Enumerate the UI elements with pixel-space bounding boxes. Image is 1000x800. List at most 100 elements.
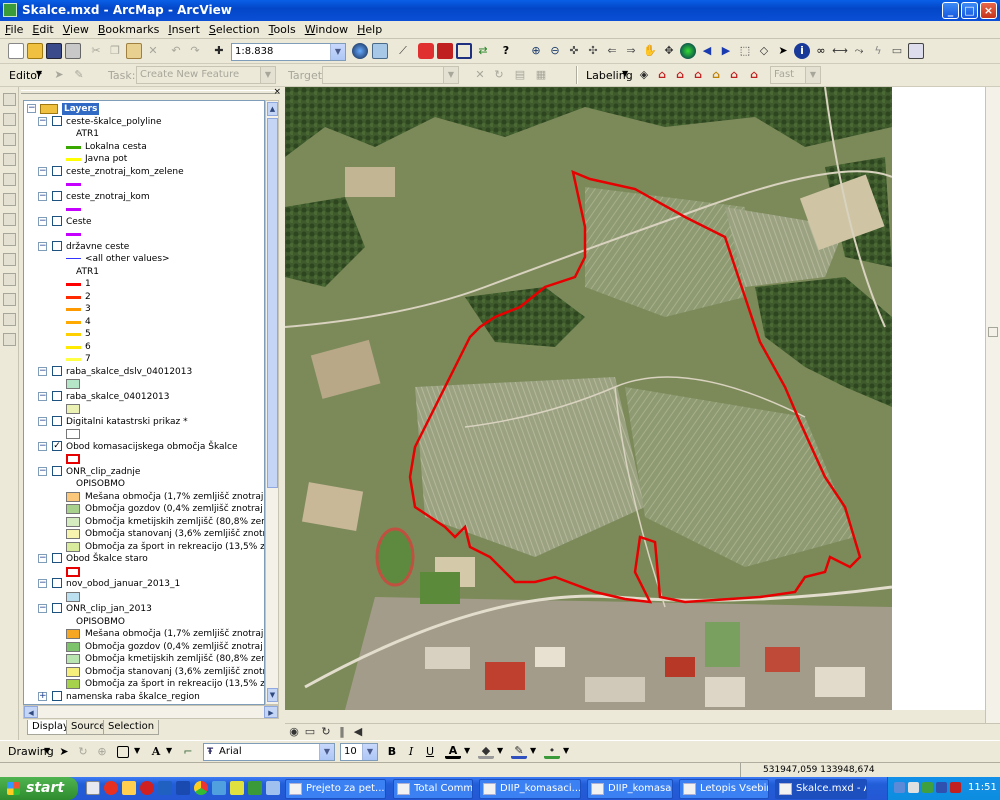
- chevron-down-icon[interactable]: ▼: [44, 746, 50, 755]
- layer-visibility-checkbox[interactable]: [52, 603, 62, 613]
- taskbar-task[interactable]: Letopis Vsebin...: [679, 779, 769, 799]
- chevron-down-icon[interactable]: ▼: [330, 44, 345, 60]
- font-color-icon[interactable]: A: [445, 743, 461, 759]
- scroll-thumb[interactable]: [267, 118, 278, 488]
- italic-button[interactable]: I: [403, 744, 419, 760]
- expand-toggle[interactable]: −: [38, 191, 47, 201]
- map-vertical-scrollbar[interactable]: [985, 87, 1000, 723]
- font-size-select[interactable]: 10 ▼: [340, 743, 378, 761]
- chevron-down-icon[interactable]: ▼: [497, 746, 503, 755]
- clock[interactable]: 11:51: [968, 782, 997, 793]
- find-binoculars-icon[interactable]: ∞: [813, 43, 829, 59]
- layer-row[interactable]: − nov_obod_januar_2013_1: [24, 578, 264, 590]
- layer-row[interactable]: − ONR_clip_jan_2013: [24, 603, 264, 615]
- select-features-icon[interactable]: ⬚: [737, 43, 753, 59]
- arctoolbox-icon[interactable]: [372, 43, 388, 59]
- quicklaunch-icon[interactable]: [122, 781, 136, 795]
- label-weight-icon[interactable]: ⌂: [672, 67, 688, 83]
- tool-icon[interactable]: [3, 213, 16, 226]
- chevron-down-icon[interactable]: ▼: [166, 746, 172, 755]
- font-select[interactable]: Ŧ Arial ▼: [203, 743, 335, 761]
- copy-icon[interactable]: ❐: [107, 43, 123, 59]
- scroll-right-icon[interactable]: ▶: [264, 706, 278, 718]
- layer-visibility-checkbox[interactable]: [52, 240, 62, 251]
- layer-visibility-checkbox[interactable]: [52, 465, 62, 476]
- print-icon[interactable]: [65, 43, 81, 59]
- rotate-tool-icon[interactable]: ↻: [491, 67, 507, 83]
- layer-visibility-checkbox[interactable]: ✓: [52, 440, 62, 451]
- quicklaunch-icon[interactable]: [212, 781, 226, 795]
- scroll-left-icon[interactable]: ◀: [351, 724, 365, 738]
- modelbuilder-icon[interactable]: ⇄: [475, 43, 491, 59]
- layer-visibility-checkbox[interactable]: [52, 165, 62, 176]
- tool-icon[interactable]: [3, 293, 16, 306]
- html-popup-icon[interactable]: ▭: [889, 43, 905, 59]
- quicklaunch-icon[interactable]: [266, 781, 280, 795]
- next-extent-icon[interactable]: ▶: [718, 43, 734, 59]
- chevron-down-icon[interactable]: ▼: [563, 746, 569, 755]
- tool-icon[interactable]: [3, 233, 16, 246]
- layer-row[interactable]: − ceste-škalce_polyline: [24, 115, 264, 128]
- lock-labels-icon[interactable]: ⌂: [690, 67, 706, 83]
- layer-visibility-checkbox[interactable]: [52, 390, 62, 401]
- text-tool-icon[interactable]: A: [148, 744, 164, 760]
- layer-row[interactable]: − raba_skalce_dslv_04012013: [24, 365, 264, 378]
- expand-toggle[interactable]: −: [38, 166, 47, 176]
- paste-icon[interactable]: [126, 43, 142, 59]
- tray-icon[interactable]: [922, 782, 933, 793]
- label-priority-icon[interactable]: ⌂: [654, 67, 670, 83]
- zoom-whole-page-icon[interactable]: ⊕: [94, 744, 110, 760]
- fill-color-icon[interactable]: ◆: [478, 743, 494, 759]
- tool-icon[interactable]: [3, 113, 16, 126]
- tool-icon[interactable]: [3, 273, 16, 286]
- layer-row[interactable]: − državne ceste: [24, 240, 264, 253]
- expand-toggle[interactable]: −: [38, 241, 47, 251]
- map-display[interactable]: [285, 87, 892, 710]
- quicklaunch-icon[interactable]: [176, 781, 190, 795]
- label-manager-icon[interactable]: ◈: [636, 67, 652, 83]
- maximize-button[interactable]: □: [961, 2, 978, 19]
- toolbox-icon[interactable]: [437, 43, 453, 59]
- view-unplaced-icon[interactable]: ⌂: [726, 67, 742, 83]
- data-view-icon[interactable]: ◉: [287, 724, 301, 738]
- previous-extent-icon[interactable]: ◀: [699, 43, 715, 59]
- undo-icon[interactable]: ↶: [168, 43, 184, 59]
- expand-toggle[interactable]: −: [38, 554, 47, 563]
- close-button[interactable]: ×: [980, 2, 997, 19]
- expand-toggle[interactable]: −: [38, 366, 47, 376]
- editor-toolbar-icon[interactable]: [352, 43, 368, 59]
- arctoolbox-red-icon[interactable]: [418, 43, 434, 59]
- tool-icon[interactable]: [3, 333, 16, 346]
- layer-visibility-checkbox[interactable]: [52, 115, 62, 126]
- taskbar-task[interactable]: DIIP_komasaci...: [587, 779, 673, 799]
- back-extent-icon[interactable]: ⇐: [604, 43, 620, 59]
- underline-button[interactable]: U: [422, 744, 438, 760]
- pan-hand-icon[interactable]: ✋: [642, 43, 658, 59]
- save-icon[interactable]: [46, 43, 62, 59]
- redo-icon[interactable]: ↷: [187, 43, 203, 59]
- layer-row[interactable]: − Digitalni katastrski prikaz *: [24, 415, 264, 428]
- layer-visibility-checkbox[interactable]: [52, 215, 62, 226]
- tray-icon[interactable]: [908, 782, 919, 793]
- toc-horizontal-scrollbar[interactable]: ◀ ▶: [23, 705, 279, 719]
- layer-visibility-checkbox[interactable]: [52, 190, 62, 201]
- layer-visibility-checkbox[interactable]: [52, 415, 62, 426]
- pause-labeling-icon[interactable]: ⌂: [708, 67, 724, 83]
- chevron-down-icon[interactable]: ▼: [134, 746, 140, 755]
- delete-icon[interactable]: ✕: [145, 43, 161, 59]
- tool-icon[interactable]: [3, 253, 16, 266]
- label-speed-select[interactable]: Fast ▼: [770, 66, 821, 84]
- chevron-down-icon[interactable]: ▼: [260, 67, 275, 83]
- menu-edit[interactable]: Edit: [27, 21, 57, 36]
- toc-close-icon[interactable]: ×: [273, 87, 281, 97]
- quicklaunch-icon[interactable]: [158, 781, 172, 795]
- clear-selection-icon[interactable]: ◇: [756, 43, 772, 59]
- chevron-down-icon[interactable]: ▼: [464, 746, 470, 755]
- chevron-down-icon[interactable]: ▼: [319, 744, 334, 760]
- layer-row[interactable]: − ✓ Obod komasacijskega območja Škalce: [24, 440, 264, 453]
- tool-icon[interactable]: [3, 313, 16, 326]
- toc-vertical-scrollbar[interactable]: ▲ ▼: [265, 100, 279, 705]
- zoom-out-icon[interactable]: ⊖: [547, 43, 563, 59]
- layer-row[interactable]: − ceste_znotraj_kom: [24, 190, 264, 203]
- quicklaunch-icon[interactable]: [104, 781, 118, 795]
